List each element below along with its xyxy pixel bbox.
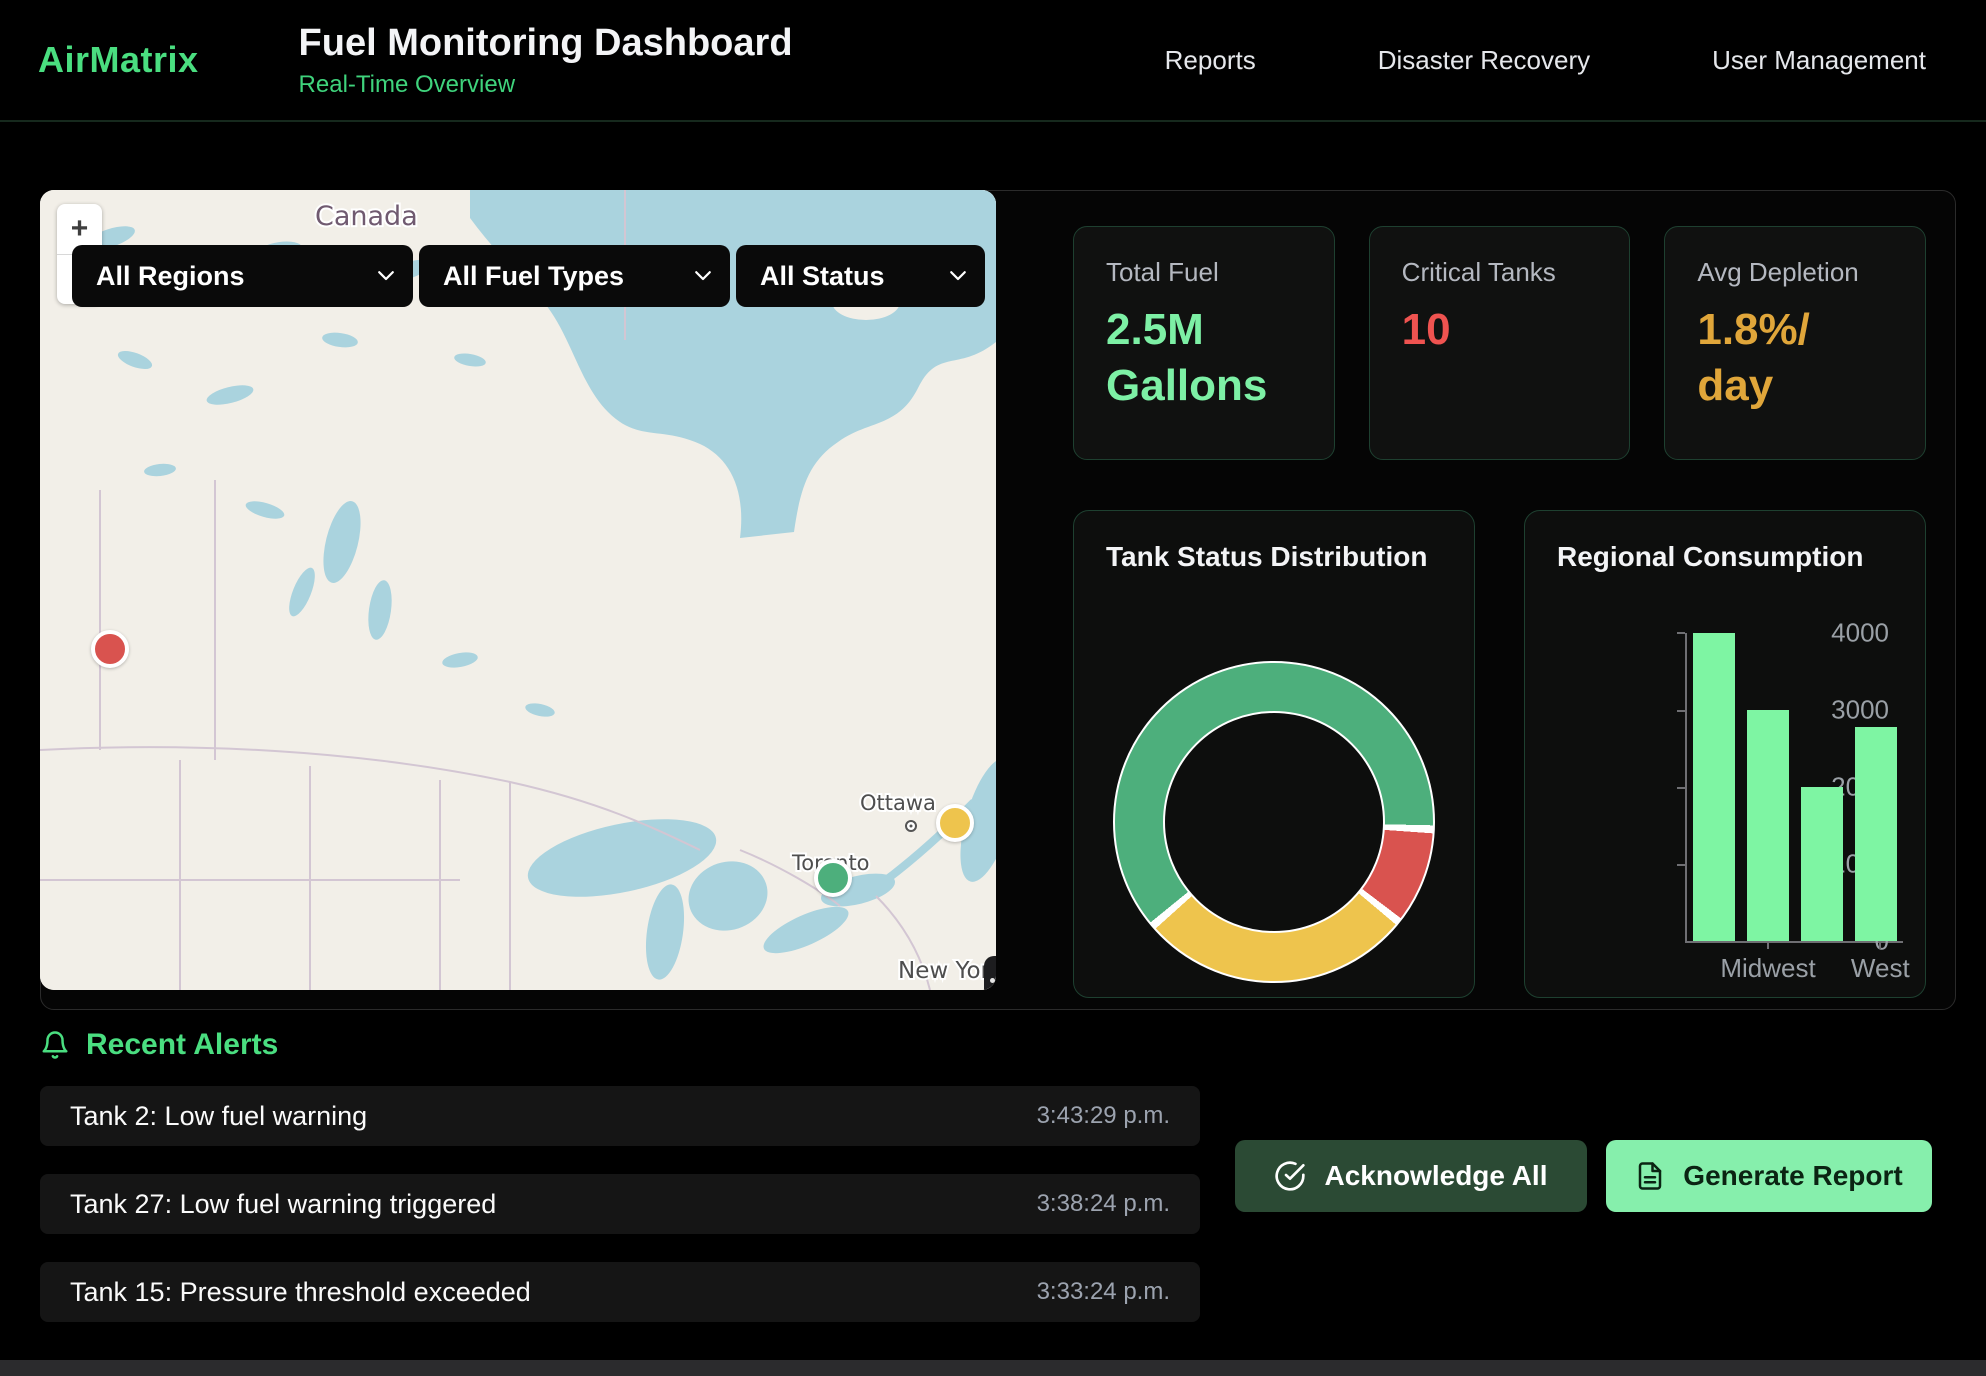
acknowledge-all-label: Acknowledge All [1324, 1160, 1547, 1192]
alert-row[interactable]: Tank 15: Pressure threshold exceeded 3:3… [40, 1262, 1200, 1322]
alert-time: 3:38:24 p.m. [1037, 1190, 1170, 1218]
map-label-ottawa: Ottawa [860, 791, 936, 815]
stat-value: 1.8%/day [1697, 302, 1893, 415]
x-tick-label-midwest: Midwest [1720, 953, 1815, 984]
check-circle-icon [1274, 1160, 1306, 1192]
bars [1693, 633, 1897, 941]
chevron-down-icon [377, 270, 395, 282]
status-filter-dropdown[interactable]: All Status [736, 245, 985, 307]
alert-row[interactable]: Tank 2: Low fuel warning 3:43:29 p.m. [40, 1086, 1200, 1146]
map-filters: All Regions All Fuel Types All Status [72, 245, 985, 307]
page-subtitle: Real-Time Overview [299, 71, 793, 99]
alert-time: 3:33:24 p.m. [1037, 1278, 1170, 1306]
nav-disaster-recovery[interactable]: Disaster Recovery [1378, 45, 1590, 76]
alert-row[interactable]: Tank 27: Low fuel warning triggered 3:38… [40, 1174, 1200, 1234]
alert-text: Tank 27: Low fuel warning triggered [70, 1189, 496, 1220]
stat-label: Avg Depletion [1697, 257, 1893, 288]
tank-marker-critical[interactable] [91, 630, 129, 668]
stat-card-total-fuel: Total Fuel 2.5MGallons [1073, 226, 1335, 460]
stat-label: Critical Tanks [1402, 257, 1598, 288]
map-label-canada: Canada [315, 201, 418, 232]
region-filter-value: All Regions [96, 261, 245, 292]
app-logo: AirMatrix [38, 39, 199, 81]
stat-card-avg-depletion: Avg Depletion 1.8%/day [1664, 226, 1926, 460]
stats-row: Total Fuel 2.5MGallons Critical Tanks 10… [1073, 226, 1926, 460]
chevron-down-icon [694, 270, 712, 282]
map-town-dot-center [910, 825, 913, 828]
charts-row: Tank Status Distribution Regional Consum… [1073, 510, 1926, 998]
stat-value: 10 [1402, 302, 1598, 358]
chart-title: Regional Consumption [1557, 541, 1893, 573]
region-filter-dropdown[interactable]: All Regions [72, 245, 413, 307]
main-nav: Reports Disaster Recovery User Managemen… [1165, 45, 1986, 76]
alert-time: 3:43:29 p.m. [1037, 1102, 1170, 1130]
chart-title: Tank Status Distribution [1106, 541, 1442, 573]
app-header: AirMatrix Fuel Monitoring Dashboard Real… [0, 0, 1986, 122]
bar-west [1855, 727, 1897, 941]
acknowledge-all-button[interactable]: Acknowledge All [1235, 1140, 1587, 1212]
nav-user-management[interactable]: User Management [1712, 45, 1926, 76]
horizontal-scrollbar[interactable] [0, 1360, 1986, 1376]
bar-south [1801, 787, 1843, 941]
regional-consumption-chart-card: Regional Consumption 4000 3000 2000 1000… [1524, 510, 1926, 998]
stat-card-critical-tanks: Critical Tanks 10 [1369, 226, 1631, 460]
status-filter-value: All Status [760, 261, 885, 292]
alert-list: Tank 2: Low fuel warning 3:43:29 p.m. Ta… [40, 1086, 1200, 1322]
fuel-type-filter-value: All Fuel Types [443, 261, 624, 292]
bar-chart: 4000 3000 2000 1000 0 [1685, 633, 1903, 943]
right-column: Total Fuel 2.5MGallons Critical Tanks 10… [1033, 191, 1955, 1009]
recent-alerts-header: Recent Alerts [40, 1028, 278, 1062]
donut-chart [1113, 661, 1435, 983]
nav-reports[interactable]: Reports [1165, 45, 1256, 76]
map-label-newyork: New York [898, 958, 996, 984]
map-canvas: Canada Ottawa Toronto New York [40, 190, 996, 990]
generate-report-button[interactable]: Generate Report [1606, 1140, 1932, 1212]
tank-marker-normal[interactable] [814, 859, 852, 897]
x-tick-label-west: West [1851, 953, 1910, 984]
fuel-type-filter-dropdown[interactable]: All Fuel Types [419, 245, 730, 307]
title-block: Fuel Monitoring Dashboard Real-Time Over… [299, 22, 793, 99]
bar-midwest [1747, 710, 1789, 941]
file-text-icon [1635, 1161, 1665, 1191]
bar-northeast [1693, 633, 1735, 941]
alert-text: Tank 2: Low fuel warning [70, 1101, 367, 1132]
recent-alerts-title: Recent Alerts [86, 1028, 278, 1062]
tank-marker-warning[interactable] [936, 804, 974, 842]
bell-icon [40, 1029, 70, 1061]
fuel-map[interactable]: Canada Ottawa Toronto New York + − All R… [40, 190, 996, 990]
stat-value: 2.5MGallons [1106, 302, 1302, 415]
map-drag-handle[interactable] [984, 956, 996, 990]
dashboard-panel: Canada Ottawa Toronto New York + − All R… [40, 190, 1956, 1010]
page-title: Fuel Monitoring Dashboard [299, 22, 793, 65]
generate-report-label: Generate Report [1683, 1160, 1902, 1192]
chevron-down-icon [949, 270, 967, 282]
stat-label: Total Fuel [1106, 257, 1302, 288]
tank-status-chart-card: Tank Status Distribution [1073, 510, 1475, 998]
alert-text: Tank 15: Pressure threshold exceeded [70, 1277, 531, 1308]
